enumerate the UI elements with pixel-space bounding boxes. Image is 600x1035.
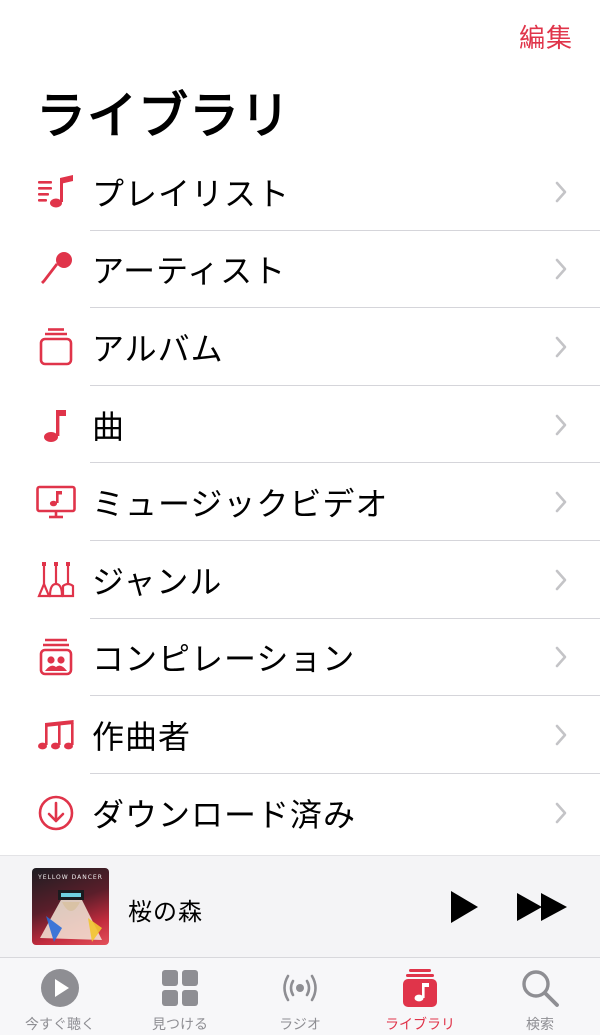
playlist-icon [36,172,76,212]
library-item-music-videos[interactable]: ミュージックビデオ [0,463,600,541]
page-title: ライブラリ [36,87,291,145]
download-icon [36,793,76,833]
tab-label: ライブラリ [385,1017,455,1033]
library-item-genres[interactable]: ジャンル [0,541,600,619]
grid-icon [162,970,198,1006]
play-icon[interactable] [449,890,479,924]
mini-player[interactable]: YELLOW DANCER 桜の森 [0,855,600,957]
library-item-compilations[interactable]: コンピレーション [0,619,600,697]
library-item-label: プレイリスト [92,174,291,213]
fast-forward-icon[interactable] [516,892,568,922]
tab-listen-now[interactable]: 今すぐ聴く [0,958,120,1035]
search-icon [522,970,559,1007]
chevron-right-icon [555,336,567,358]
library-item-artists[interactable]: アーティスト [0,231,600,309]
album-icon [36,327,76,367]
chevron-right-icon [555,569,567,591]
microphone-icon [36,249,76,289]
tab-label: ラジオ [279,1017,321,1033]
album-artwork[interactable]: YELLOW DANCER [32,868,109,945]
artwork-text: YELLOW DANCER [38,874,103,881]
tab-search[interactable]: 検索 [480,958,600,1035]
guitars-icon [36,560,76,600]
library-item-label: ミュージックビデオ [92,485,389,524]
library-item-label: アルバム [92,329,224,368]
chevron-right-icon [555,802,567,823]
library-item-label: ジャンル [92,562,223,601]
library-item-downloaded[interactable]: ダウンロード済み [0,774,600,852]
chevron-right-icon [555,724,567,746]
chevron-right-icon [555,181,567,203]
play-circle-icon [41,969,79,1007]
library-item-playlists[interactable]: プレイリスト [0,153,600,231]
library-item-composers[interactable]: 作曲者 [0,696,600,774]
tab-label: 検索 [526,1017,554,1033]
radio-icon [283,974,317,1002]
library-icon [403,969,437,1007]
now-playing-title: 桜の森 [128,898,203,926]
music-video-icon [36,482,76,522]
compilation-icon [36,637,76,677]
tab-label: 見つける [152,1017,208,1033]
chevron-right-icon [555,414,567,435]
library-item-albums[interactable]: アルバム [0,308,600,386]
library-item-label: 曲 [92,407,126,446]
chevron-right-icon [555,491,567,513]
tab-radio[interactable]: ラジオ [240,958,360,1035]
chevron-right-icon [555,259,567,280]
tab-library[interactable]: ライブラリ [360,958,480,1035]
tab-label: 今すぐ聴く [25,1017,95,1033]
tab-browse[interactable]: 見つける [120,958,240,1035]
library-item-songs[interactable]: 曲 [0,386,600,464]
tab-bar: 今すぐ聴く 見つける ラジオ ライブラリ 検索 [0,957,600,1035]
library-item-label: 作曲者 [92,717,192,756]
composer-notes-icon [36,715,76,755]
library-list: プレイリスト アーティスト アルバム 曲 ミュージックビデオ ジャンル コンピレ… [0,153,600,851]
edit-button[interactable]: 編集 [519,18,573,55]
library-item-label: コンピレーション [92,640,356,679]
chevron-right-icon [555,647,567,668]
library-item-label: ダウンロード済み [92,795,357,834]
library-item-label: アーティスト [92,252,287,291]
music-note-icon [36,405,76,445]
